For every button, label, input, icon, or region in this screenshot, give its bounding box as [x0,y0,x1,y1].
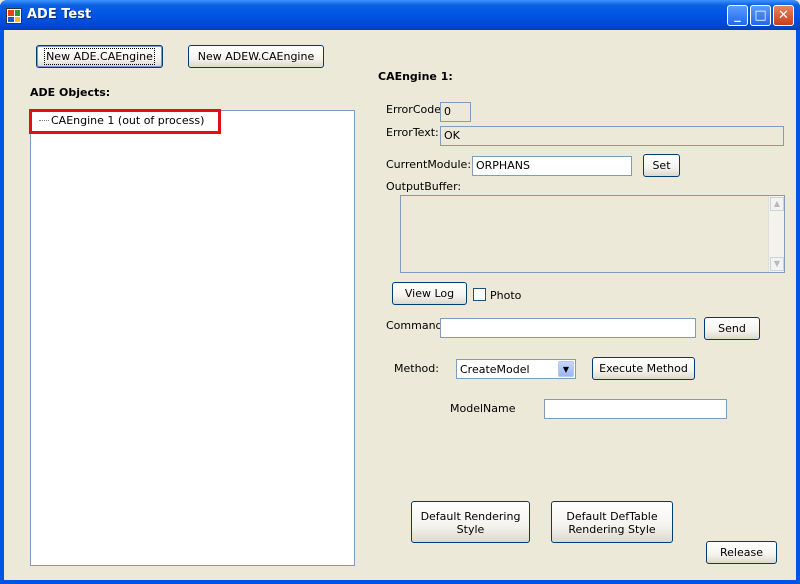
photo-checkbox[interactable] [473,288,486,301]
window-title: ADE Test [27,7,92,22]
ade-objects-tree[interactable]: CAEngine 1 (out of process) [30,110,355,566]
output-buffer-label: OutputBuffer: [386,180,462,193]
client-area: New ADE.CAEngine New ADEW.CAEngine ADE O… [4,30,796,580]
method-selected-value: CreateModel [460,363,530,376]
method-label: Method: [394,362,439,375]
view-log-button[interactable]: View Log [392,282,467,305]
model-name-label: ModelName [450,402,516,415]
minimize-icon[interactable]: _ [727,5,748,26]
method-select[interactable]: CreateModel ▼ [456,359,576,379]
error-code-field: 0 [440,102,471,122]
new-adew-caengine-button[interactable]: New ADEW.CAEngine [188,45,324,68]
output-buffer-scrollbar[interactable]: ▲ ▼ [768,196,784,272]
app-icon [6,8,22,24]
close-icon[interactable]: ✕ [773,5,794,26]
maximize-icon[interactable]: □ [750,5,771,26]
error-code-label: ErrorCode [386,103,441,116]
model-name-input[interactable] [544,399,727,419]
release-button[interactable]: Release [706,541,777,564]
default-deftable-rendering-style-button[interactable]: Default DefTable Rendering Style [551,501,673,543]
ade-objects-heading: ADE Objects: [30,86,111,99]
chevron-down-icon[interactable]: ▼ [558,361,574,377]
scroll-up-icon[interactable]: ▲ [770,197,784,211]
current-module-input[interactable]: ORPHANS [472,156,632,176]
new-ade-caengine-button[interactable]: New ADE.CAEngine [36,45,163,68]
scroll-down-icon[interactable]: ▼ [770,257,784,271]
command-input[interactable] [440,318,696,338]
send-button[interactable]: Send [704,317,760,340]
output-buffer-textarea[interactable]: ▲ ▼ [400,195,785,273]
error-text-label: ErrorText: [386,126,439,139]
default-rendering-style-button[interactable]: Default Rendering Style [411,501,530,543]
engine-heading: CAEngine 1: [378,70,453,83]
selection-highlight-box [29,109,221,134]
set-button[interactable]: Set [643,154,680,177]
app-window: ADE Test _ □ ✕ New ADE.CAEngine New ADEW… [0,0,800,584]
error-text-field: OK [440,126,784,146]
title-bar[interactable]: ADE Test _ □ ✕ [0,0,800,30]
command-label: Command: [386,319,447,332]
execute-method-button[interactable]: Execute Method [592,357,695,380]
photo-label: Photo [490,289,522,302]
current-module-label: CurrentModule: [386,158,472,171]
